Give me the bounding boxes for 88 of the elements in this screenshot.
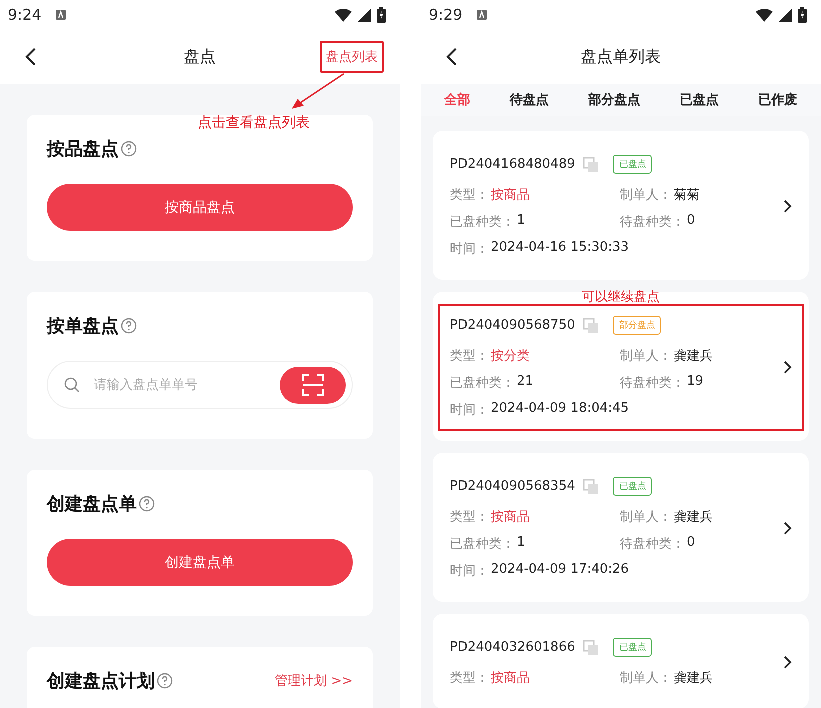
- field-value: 2024-04-09 17:40:26: [491, 562, 630, 579]
- status-badge: 已盘点: [613, 638, 652, 657]
- filter-tab[interactable]: 已作废: [752, 87, 804, 113]
- clock-time: 9:29: [429, 6, 463, 24]
- field-value: 1: [517, 213, 526, 230]
- signal-icon: [779, 8, 792, 22]
- field-label: 时间：: [450, 402, 489, 419]
- field-label: 已盘种类：: [450, 375, 515, 392]
- chevron-right-icon: [784, 361, 792, 374]
- field-value: 按商品: [491, 187, 530, 204]
- field-value: 19: [687, 374, 704, 391]
- field-value: 0: [687, 213, 696, 230]
- section-title: 创建盘点计划: [47, 670, 155, 693]
- list-link[interactable]: 盘点列表: [320, 41, 384, 73]
- field-value: 1: [517, 535, 526, 552]
- order-card[interactable]: PD2404168480489 已盘点 类型：按商品 制单人：菊菊 已盘种类：1 待盘种类：0 时间：2024-04-16 15:30:33: [433, 131, 809, 280]
- section-title: 按单盘点: [47, 315, 119, 338]
- page-title: 盘点单列表: [581, 46, 661, 68]
- back-icon[interactable]: [446, 48, 458, 66]
- field-value: 按商品: [491, 509, 530, 526]
- scan-icon: [302, 374, 324, 396]
- help-icon[interactable]: [121, 318, 137, 334]
- order-number: PD2404090568354: [450, 479, 576, 494]
- help-icon[interactable]: [121, 141, 137, 157]
- order-number: PD2404032601866: [450, 640, 576, 655]
- order-card[interactable]: PD2404090568354 已盘点 类型：按商品 制单人：龚建兵 已盘种类：1 待盘种类：0 时间：2024-04-09 17:40:26: [433, 453, 809, 602]
- filter-tab[interactable]: 已盘点: [674, 87, 725, 113]
- battery-icon: [377, 7, 386, 23]
- manage-link[interactable]: 管理计划 >>: [275, 672, 353, 690]
- field-value: 21: [517, 374, 534, 391]
- clock-time: 9:24: [8, 6, 42, 24]
- field-label: 已盘种类：: [450, 214, 515, 231]
- notification-icon: [56, 10, 66, 20]
- battery-icon: [798, 7, 807, 23]
- field-value: 2024-04-09 18:04:45: [491, 401, 630, 418]
- field-value: 菊菊: [674, 187, 700, 204]
- status-badge: 已盘点: [613, 155, 652, 174]
- help-icon[interactable]: [157, 673, 173, 689]
- field-label: 时间：: [450, 563, 489, 580]
- wifi-icon: [335, 8, 352, 22]
- field-value: 2024-04-16 15:30:33: [491, 240, 630, 257]
- chevron-right-icon: [784, 200, 792, 213]
- field-value: 按商品: [491, 670, 530, 687]
- field-label: 待盘种类：: [620, 536, 685, 553]
- section-title: 按品盘点: [47, 138, 119, 161]
- filter-tab[interactable]: 部分盘点: [582, 87, 646, 113]
- order-number: PD2404168480489: [450, 157, 576, 172]
- section-title: 创建盘点单: [47, 493, 137, 516]
- field-value: 按分类: [491, 348, 530, 365]
- chevron-right-icon: [784, 522, 792, 535]
- action-button[interactable]: 按商品盘点: [47, 184, 353, 231]
- chevron-right-icon: [784, 656, 792, 669]
- scan-button[interactable]: [280, 366, 346, 404]
- status-badge: 已盘点: [613, 477, 652, 496]
- action-button[interactable]: 创建盘点单: [47, 539, 353, 586]
- order-card[interactable]: PD2404032601866 已盘点 类型：按商品 制单人：龚建兵: [433, 614, 809, 708]
- field-value: 龚建兵: [674, 348, 713, 365]
- status-badge: 部分盘点: [613, 316, 662, 335]
- annotation-text: 可以继续盘点: [582, 292, 660, 304]
- field-label: 待盘种类：: [620, 375, 685, 392]
- field-label: 类型：: [450, 348, 489, 365]
- field-label: 制单人：: [620, 509, 672, 526]
- field-label: 制单人：: [620, 670, 672, 687]
- order-card[interactable]: 可以继续盘点 PD2404090568750 部分盘点 类型：按分类 制单人：龚建兵 已盘种类：21 待盘种类：19 时间：2024-04-09 18:04:45: [433, 292, 809, 441]
- filter-tab[interactable]: 待盘点: [504, 87, 556, 113]
- field-label: 待盘种类：: [620, 214, 685, 231]
- field-label: 制单人：: [620, 348, 672, 365]
- field-value: 龚建兵: [674, 670, 713, 687]
- field-value: 0: [687, 535, 696, 552]
- annotation-arrow: [290, 72, 346, 112]
- back-icon[interactable]: [25, 48, 37, 66]
- notification-icon: [476, 10, 487, 20]
- search-icon: [64, 377, 80, 393]
- field-label: 类型：: [450, 509, 489, 526]
- field-label: 制单人：: [620, 187, 672, 204]
- field-label: 类型：: [450, 187, 489, 204]
- field-label: 类型：: [450, 670, 489, 687]
- field-label: 时间：: [450, 241, 489, 258]
- search-field[interactable]: 请输入盘点单单号: [92, 376, 268, 394]
- page-title: 盘点: [184, 46, 216, 68]
- filter-tab[interactable]: 全部: [438, 87, 477, 113]
- wifi-icon: [756, 8, 773, 22]
- help-icon[interactable]: [139, 496, 155, 512]
- field-label: 已盘种类：: [450, 536, 515, 553]
- annotation-text: 点击查看盘点列表: [198, 114, 310, 132]
- order-number: PD2404090568750: [450, 318, 576, 333]
- field-value: 龚建兵: [674, 509, 713, 526]
- signal-icon: [358, 8, 371, 22]
